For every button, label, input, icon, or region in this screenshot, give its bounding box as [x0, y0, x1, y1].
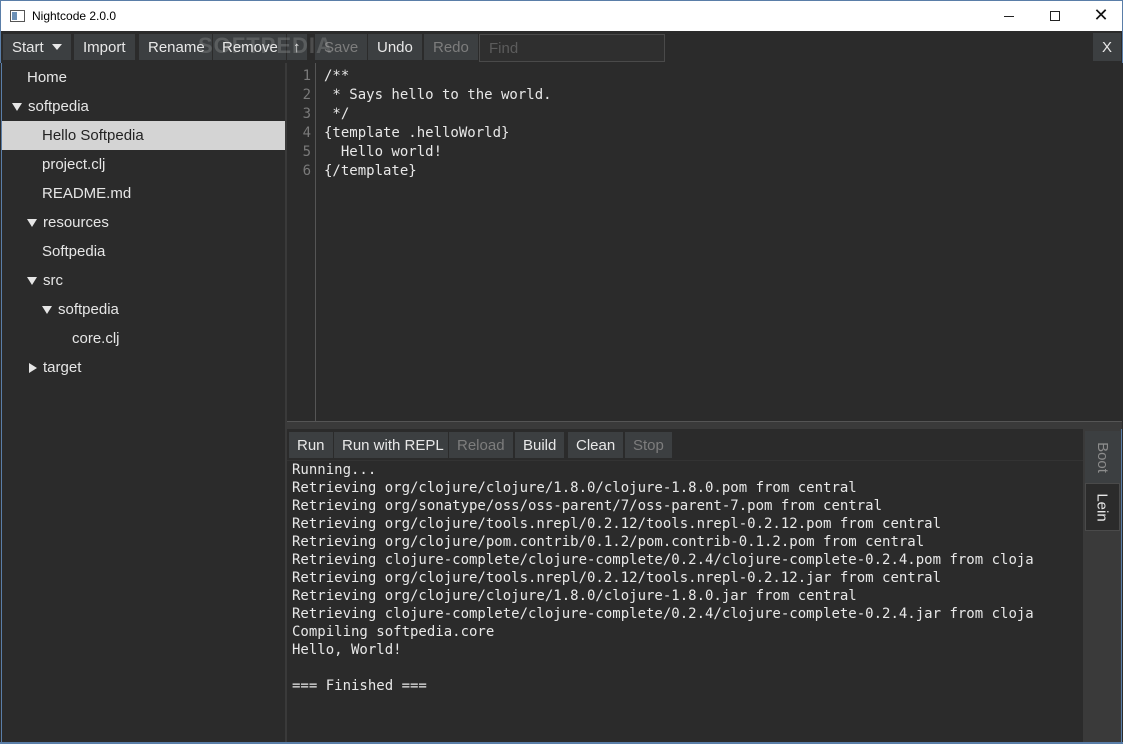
- close-icon: ✕: [1093, 5, 1109, 26]
- tree-item-label: project.clj: [42, 156, 106, 173]
- code-editor[interactable]: 1 2 3 4 5 6 /** * Says hello to the worl…: [287, 63, 1122, 421]
- line-number: 1: [302, 68, 311, 84]
- console-line: Hello, World!: [292, 642, 402, 658]
- console-line: Retrieving org/clojure/clojure/1.8.0/clo…: [292, 588, 857, 604]
- expanded-triangle-icon[interactable]: [12, 102, 22, 111]
- tab-lein[interactable]: Lein: [1085, 483, 1120, 531]
- console-line: Retrieving org/clojure/tools.nrepl/0.2.1…: [292, 570, 942, 586]
- project-tree: Home softpedia Hello Softpedia project.c…: [1, 63, 286, 743]
- code-line[interactable]: * Says hello to the world.: [324, 86, 551, 105]
- run-button[interactable]: Run: [288, 431, 334, 459]
- tree-item-readme[interactable]: README.md: [2, 179, 286, 208]
- build-toolbar: Run Run with REPL Reload Build Clean Sto…: [287, 429, 1083, 460]
- line-number: 4: [302, 125, 311, 141]
- maximize-button[interactable]: [1032, 1, 1078, 31]
- caret-down-icon: [51, 44, 62, 50]
- import-button[interactable]: Import: [73, 33, 136, 61]
- console-line: Running...: [292, 462, 377, 478]
- expanded-triangle-icon[interactable]: [42, 305, 52, 314]
- up-button[interactable]: ↑: [286, 33, 308, 61]
- code-line[interactable]: Hello world!: [324, 143, 442, 162]
- undo-button[interactable]: Undo: [367, 33, 423, 61]
- tree-item-label: core.clj: [72, 330, 120, 347]
- clean-button[interactable]: Clean: [567, 431, 625, 459]
- line-number: 3: [302, 106, 311, 122]
- tree-item-label: resources: [43, 214, 109, 231]
- main-toolbar: Start Import Rename Remove ↑ Save Undo R…: [0, 31, 1123, 63]
- tree-item-label: Softpedia: [42, 243, 106, 260]
- redo-button[interactable]: Redo: [423, 33, 479, 61]
- tree-item-home[interactable]: Home: [2, 63, 286, 92]
- tree-item-core-clj[interactable]: core.clj: [2, 324, 286, 353]
- line-number: 6: [302, 163, 311, 179]
- tree-item-label: Hello Softpedia: [42, 127, 144, 144]
- code-line[interactable]: /**: [324, 67, 349, 86]
- line-number: 5: [302, 144, 311, 160]
- window-title: Nightcode 2.0.0: [32, 9, 117, 23]
- rename-button[interactable]: Rename: [138, 33, 215, 61]
- console-line: Retrieving clojure-complete/clojure-comp…: [292, 606, 1034, 622]
- tree-item-label: README.md: [42, 185, 132, 202]
- start-button-label: Start: [12, 38, 44, 56]
- run-with-repl-button[interactable]: Run with REPL: [333, 431, 453, 459]
- console-line: === Finished ===: [292, 678, 427, 694]
- tree-item-label: src: [43, 272, 63, 289]
- app-icon: [10, 10, 25, 22]
- close-editor-button[interactable]: X: [1093, 33, 1121, 61]
- tab-label: Boot: [1093, 441, 1111, 473]
- tree-item-target[interactable]: target: [2, 353, 286, 382]
- code-line[interactable]: */: [324, 105, 349, 124]
- stop-button[interactable]: Stop: [624, 431, 673, 459]
- tree-item-label: target: [43, 359, 82, 376]
- remove-button[interactable]: Remove: [212, 33, 288, 61]
- maximize-icon: [1050, 11, 1060, 21]
- minimize-icon: [1004, 15, 1014, 17]
- reload-button[interactable]: Reload: [448, 431, 514, 459]
- tree-item-hello-softpedia[interactable]: Hello Softpedia: [2, 121, 286, 150]
- build-system-tabs: Boot Lein: [1083, 429, 1122, 743]
- tree-item-project-clj[interactable]: project.clj: [2, 150, 286, 179]
- console-line: Compiling softpedia.core: [292, 624, 495, 640]
- tree-item-label: Home: [27, 69, 68, 86]
- tree-item-src-softpedia[interactable]: softpedia: [2, 295, 286, 324]
- tab-boot[interactable]: Boot: [1085, 431, 1120, 483]
- close-window-button[interactable]: ✕: [1078, 1, 1123, 31]
- tree-item-resources[interactable]: resources: [2, 208, 286, 237]
- tree-item-src[interactable]: src: [2, 266, 286, 295]
- console-line: Retrieving org/sonatype/oss/oss-parent/7…: [292, 498, 883, 514]
- line-number-gutter: 1 2 3 4 5 6: [287, 63, 316, 421]
- console-line: Retrieving org/clojure/tools.nrepl/0.2.1…: [292, 516, 942, 532]
- expanded-triangle-icon[interactable]: [27, 218, 37, 227]
- tree-item-label: softpedia: [58, 301, 119, 318]
- line-number: 2: [302, 87, 311, 103]
- collapsed-triangle-icon[interactable]: [29, 362, 37, 373]
- console-line: Retrieving org/clojure/pom.contrib/0.1.2…: [292, 534, 925, 550]
- find-input[interactable]: [479, 34, 665, 62]
- tree-item-label: softpedia: [28, 98, 89, 115]
- code-line[interactable]: {template .helloWorld}: [324, 124, 509, 143]
- minimize-button[interactable]: [986, 1, 1032, 31]
- title-bar: Nightcode 2.0.0 ✕: [0, 0, 1123, 31]
- tree-item-resources-softpedia[interactable]: Softpedia: [2, 237, 286, 266]
- code-line[interactable]: {/template}: [324, 162, 417, 181]
- build-console[interactable]: Running... Retrieving org/clojure/clojur…: [287, 460, 1083, 743]
- tree-item-softpedia[interactable]: softpedia: [2, 92, 286, 121]
- build-button[interactable]: Build: [514, 431, 566, 459]
- start-button[interactable]: Start: [2, 33, 72, 61]
- console-line: Retrieving org/clojure/clojure/1.8.0/clo…: [292, 480, 857, 496]
- save-button[interactable]: Save: [314, 33, 369, 61]
- tab-label: Lein: [1093, 492, 1111, 522]
- console-line: Retrieving clojure-complete/clojure-comp…: [292, 552, 1034, 568]
- horizontal-splitter[interactable]: [287, 421, 1122, 429]
- expanded-triangle-icon[interactable]: [27, 276, 37, 285]
